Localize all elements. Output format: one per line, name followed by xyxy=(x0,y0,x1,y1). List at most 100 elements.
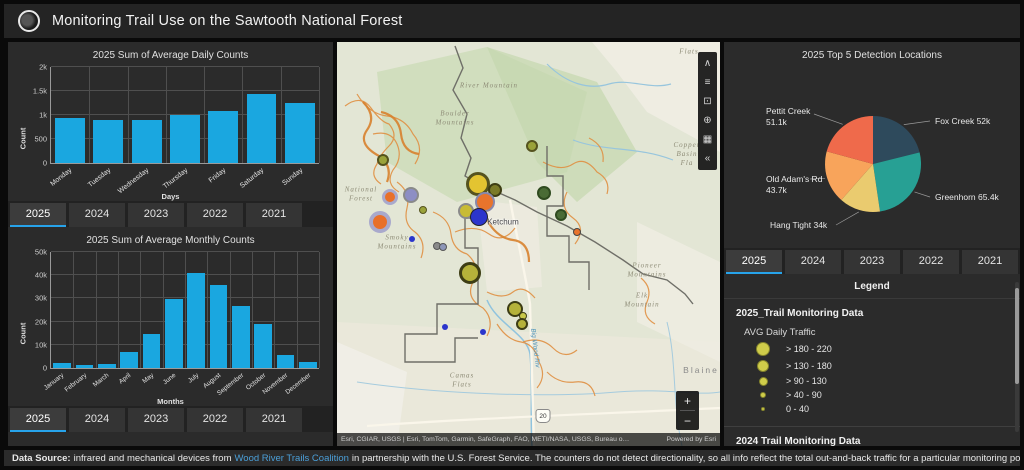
trail-counter-marker[interactable] xyxy=(537,186,551,200)
trail-counter-marker[interactable] xyxy=(403,187,419,203)
year-tab-2022[interactable]: 2022 xyxy=(903,250,959,274)
map-zoom-widget: + − xyxy=(676,391,699,430)
attribution-text: Esri, CGIAR, USGS | Esri, TomTom, Garmin… xyxy=(341,436,631,443)
gridline-vertical xyxy=(207,252,208,368)
trail-counter-marker[interactable] xyxy=(459,262,481,284)
legend-scrollbar[interactable] xyxy=(1015,282,1019,432)
bar-monday[interactable] xyxy=(55,118,85,163)
bar-december[interactable] xyxy=(299,362,316,368)
collapse-up-icon[interactable]: ∧ xyxy=(698,54,717,73)
year-tab-2023[interactable]: 2023 xyxy=(844,250,900,274)
legend-item-label: > 90 - 130 xyxy=(786,376,827,386)
trail-counter-marker[interactable] xyxy=(382,189,398,205)
y-tick-label: 0 xyxy=(43,159,47,168)
y-tick-label: 40k xyxy=(35,271,47,280)
legend-item-label: > 40 - 90 xyxy=(786,390,822,400)
bar-february[interactable] xyxy=(76,365,93,368)
bar-april[interactable] xyxy=(120,352,137,368)
pie-label-greenhorn: Greenhorn 65.4k xyxy=(935,192,1000,202)
gridline-vertical xyxy=(204,67,205,163)
bar-march[interactable] xyxy=(98,364,115,368)
trail-counter-marker[interactable] xyxy=(526,140,538,152)
bar-saturday[interactable] xyxy=(247,94,277,163)
highway-shield: 20 xyxy=(536,409,551,423)
trail-counter-marker[interactable] xyxy=(377,154,389,166)
legend-item-label: 0 - 40 xyxy=(786,404,809,414)
bar-wednesday[interactable] xyxy=(132,120,162,163)
legend-symbol-box xyxy=(748,360,778,372)
legend-item-label: > 130 - 180 xyxy=(786,361,832,371)
zoom-in-button[interactable]: + xyxy=(676,391,699,410)
gridline-vertical xyxy=(128,67,129,163)
bar-september[interactable] xyxy=(232,306,249,368)
year-tab-2021[interactable]: 2021 xyxy=(962,250,1018,274)
trail-counter-marker[interactable] xyxy=(470,208,488,226)
trail-counter-marker[interactable] xyxy=(409,236,415,242)
y-axis-title: Count xyxy=(18,128,27,150)
pie-chart-card: 2025 Top 5 Detection Locations Fox Creek… xyxy=(724,42,1020,248)
basemap-globe-icon[interactable]: ⊕ xyxy=(698,111,717,130)
bar-june[interactable] xyxy=(165,299,182,368)
legend-items: > 180 - 220> 130 - 180> 90 - 130> 40 - 9… xyxy=(724,340,1020,416)
legend-section-2024-title: 2024 Trail Monitoring Data xyxy=(724,427,1020,446)
legend-symbol-box xyxy=(748,407,778,411)
collapse-panel-icon[interactable]: « xyxy=(698,149,717,168)
y-tick-label: 30k xyxy=(35,294,47,303)
gridline-vertical xyxy=(89,67,90,163)
legend-scroll-thumb[interactable] xyxy=(1015,288,1019,384)
trail-counter-marker[interactable] xyxy=(442,324,448,330)
daily-plot-area: 05001k1.5k2k xyxy=(50,67,319,164)
trail-counter-marker[interactable] xyxy=(480,329,486,335)
gridline-vertical xyxy=(73,252,74,368)
basemap-terrain xyxy=(337,42,720,446)
gridline-vertical xyxy=(274,252,275,368)
layers-icon[interactable]: ⊡ xyxy=(698,92,717,111)
monthly-chart-title: 2025 Sum of Average Monthly Counts xyxy=(8,227,333,246)
gridline-vertical xyxy=(163,252,164,368)
bar-may[interactable] xyxy=(143,334,160,368)
bar-thursday[interactable] xyxy=(170,115,200,163)
pie-label-pettit-creek: Pettit Creek51.1k xyxy=(766,106,811,127)
trail-counter-marker[interactable] xyxy=(419,206,427,214)
bar-january[interactable] xyxy=(53,363,70,368)
basemap-gallery-icon[interactable]: ▦ xyxy=(698,130,717,149)
charts-sidebar: 2025 Sum of Average Daily Counts Count05… xyxy=(8,42,333,446)
legend-item: > 40 - 90 xyxy=(724,388,1020,402)
details-sidebar: 2025 Top 5 Detection Locations Fox Creek… xyxy=(724,42,1020,446)
trail-counter-marker[interactable] xyxy=(555,209,567,221)
gridline-vertical xyxy=(185,252,186,368)
wood-river-trails-coalition-link[interactable]: Wood River Trails Coalition xyxy=(235,453,349,464)
trail-counter-marker[interactable] xyxy=(573,228,581,236)
map[interactable]: FlatsRiver MountainBoulder MountainsCopp… xyxy=(337,42,720,446)
legend-item: > 130 - 180 xyxy=(724,358,1020,374)
legend-list-icon[interactable]: ≡ xyxy=(698,73,717,92)
x-axis-labels: MondayTuesdayWednesdayThursdayFridaySatu… xyxy=(50,164,319,194)
page-title: Monitoring Trail Use on the Sawtooth Nat… xyxy=(52,13,403,29)
traffic-size-dot-icon xyxy=(757,360,769,372)
bar-july[interactable] xyxy=(187,273,204,368)
legend-header: Legend xyxy=(724,274,1020,299)
bar-august[interactable] xyxy=(210,285,227,368)
year-tab-2025[interactable]: 2025 xyxy=(726,250,782,274)
bar-friday[interactable] xyxy=(208,111,238,163)
data-source-bar: Data Source: infrared and mechanical dev… xyxy=(4,450,1020,466)
bar-tuesday[interactable] xyxy=(93,120,123,163)
legend-panel: Legend 2025_Trail Monitoring Data AVG Da… xyxy=(724,274,1020,446)
daily-counts-chart-card: 2025 Sum of Average Daily Counts Count05… xyxy=(8,42,333,201)
bar-sunday[interactable] xyxy=(285,103,315,163)
pie-callout-line xyxy=(814,114,843,124)
trail-counter-marker[interactable] xyxy=(369,211,391,233)
y-tick-label: 1k xyxy=(39,111,47,120)
gridline-vertical xyxy=(319,252,320,368)
trail-counter-marker[interactable] xyxy=(439,243,447,251)
traffic-size-dot-icon xyxy=(761,407,765,411)
bar-november[interactable] xyxy=(277,355,294,368)
pie-callout-line xyxy=(836,212,859,225)
dashboard-root: Monitoring Trail Use on the Sawtooth Nat… xyxy=(0,0,1024,470)
zoom-out-button[interactable]: − xyxy=(676,411,699,430)
y-tick-label: 2k xyxy=(39,63,47,72)
gridline-vertical xyxy=(230,252,231,368)
bar-october[interactable] xyxy=(254,324,271,368)
trail-counter-marker[interactable] xyxy=(516,318,528,330)
year-tab-2024[interactable]: 2024 xyxy=(785,250,841,274)
